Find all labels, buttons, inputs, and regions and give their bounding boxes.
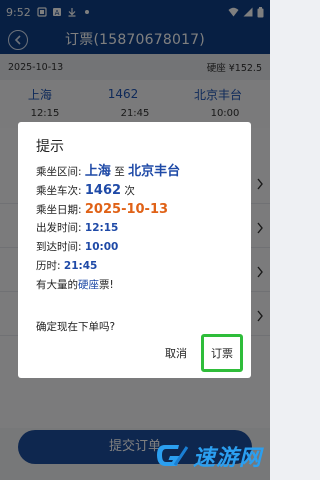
- availability-suffix: 票!: [99, 279, 114, 291]
- availability-line: 有大量的硬座票!: [36, 276, 242, 295]
- arrive-label: 到达时间:: [36, 241, 82, 253]
- duration-label: 历时:: [36, 260, 61, 272]
- date-label: 乘坐日期:: [36, 204, 82, 216]
- train-line: 乘坐车次: 1462 次: [36, 181, 242, 200]
- train-suffix: 次: [124, 185, 135, 197]
- section-to: 北京丰台: [128, 164, 181, 179]
- book-button[interactable]: 订票: [201, 334, 243, 372]
- train-label: 乘坐车次:: [36, 185, 82, 197]
- watermark: 速游网: [153, 440, 262, 472]
- dialog-title: 提示: [36, 139, 64, 155]
- watermark-text: 速游网: [192, 446, 262, 471]
- date-line: 乘坐日期: 2025-10-13: [36, 200, 242, 219]
- section-to-word: 至: [114, 166, 125, 178]
- availability-prefix: 有大量的: [36, 279, 78, 291]
- depart-value: 12:15: [84, 222, 119, 234]
- cancel-button[interactable]: 取消: [155, 337, 197, 369]
- depart-line: 出发时间: 12:15: [36, 219, 242, 238]
- travel-date-value: 2025-10-13: [84, 202, 169, 217]
- train-number: 1462: [84, 183, 122, 198]
- confirm-question: 确定现在下单吗?: [36, 321, 116, 333]
- arrive-value: 10:00: [84, 241, 119, 253]
- dialog-body: 乘坐区间: 上海 至 北京丰台 乘坐车次: 1462 次 乘坐日期: 2025-…: [36, 162, 242, 295]
- section-from: 上海: [84, 164, 111, 179]
- duration-line: 历时: 21:45: [36, 257, 242, 276]
- watermark-logo-icon: [156, 445, 189, 466]
- depart-label: 出发时间:: [36, 222, 82, 234]
- arrive-line: 到达时间: 10:00: [36, 238, 242, 257]
- section-line: 乘坐区间: 上海 至 北京丰台: [36, 162, 242, 181]
- seat-type: 硬座: [78, 279, 99, 291]
- section-label: 乘坐区间:: [36, 166, 82, 178]
- duration-value: 21:45: [63, 260, 98, 272]
- dialog-actions: 取消 订票: [155, 334, 243, 372]
- confirm-dialog: 提示 乘坐区间: 上海 至 北京丰台 乘坐车次: 1462 次 乘坐日期: 20…: [18, 122, 251, 378]
